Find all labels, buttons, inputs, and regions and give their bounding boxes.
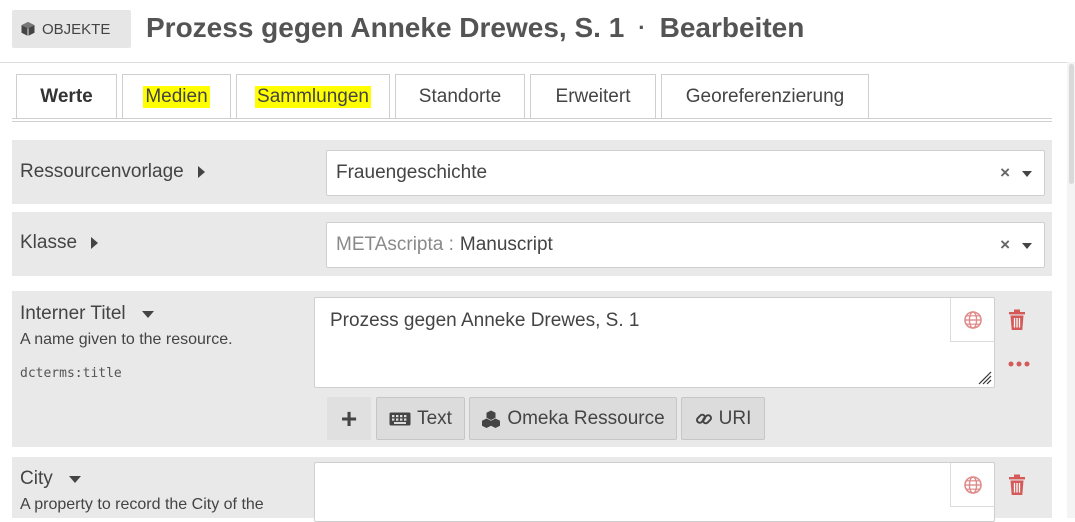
section-badge[interactable]: OBJEKTE xyxy=(12,10,131,48)
tab-medien[interactable]: Medien xyxy=(122,74,231,119)
tab-label: Erweitert xyxy=(555,86,631,107)
header-divider xyxy=(0,62,1075,63)
city-label[interactable]: City xyxy=(20,468,81,490)
more-options-icon[interactable] xyxy=(1008,360,1030,368)
tabs-divider xyxy=(12,118,1052,122)
field-term: dcterms:title xyxy=(20,366,122,381)
clear-icon[interactable]: × xyxy=(1000,235,1010,255)
tab-label: Georeferenzierung xyxy=(685,86,845,107)
city-textarea[interactable] xyxy=(314,462,995,522)
selected-value: Frauengeschichte xyxy=(336,162,488,183)
button-label: URI xyxy=(718,407,752,429)
button-label: Text xyxy=(417,407,452,429)
page-title: Prozess gegen Anneke Drewes, S. 1 · Bearbe… xyxy=(146,12,804,44)
keyboard-icon xyxy=(389,412,411,425)
textarea-value: Prozess gegen Anneke Drewes, S. 1 xyxy=(330,310,640,331)
add-text-button[interactable]: Text xyxy=(376,397,465,440)
title-textarea[interactable]: Prozess gegen Anneke Drewes, S. 1 xyxy=(314,297,995,388)
globe-icon xyxy=(963,310,982,329)
tab-sammlungen[interactable]: Sammlungen xyxy=(236,74,390,119)
page-action: Bearbeiten xyxy=(659,12,805,43)
tab-georeferenzierung[interactable]: Georeferenzierung xyxy=(661,74,869,119)
field-label-text: Interner Titel xyxy=(20,303,126,324)
link-icon xyxy=(695,413,712,424)
add-uri-button[interactable]: URI xyxy=(681,397,765,440)
section-label: OBJEKTE xyxy=(42,20,111,38)
field-label-text: Ressourcenvorlage xyxy=(20,161,184,182)
resize-handle-icon[interactable] xyxy=(976,369,992,385)
button-label: Omeka Ressource xyxy=(507,407,665,429)
language-button[interactable] xyxy=(950,463,994,507)
item-title: Prozess gegen Anneke Drewes, S. 1 xyxy=(146,12,625,43)
cube-icon xyxy=(21,22,35,36)
chevron-down-icon[interactable] xyxy=(1022,171,1032,177)
chevron-down-icon[interactable] xyxy=(1022,243,1032,249)
field-label-text: Klasse xyxy=(20,232,78,253)
class-select[interactable]: METAscripta : Manuscript × xyxy=(326,222,1045,268)
field-label-text: City xyxy=(20,468,53,489)
tab-label: Medien xyxy=(143,86,210,108)
caret-right-icon xyxy=(197,166,205,178)
clear-icon[interactable]: × xyxy=(1000,163,1010,183)
caret-down-icon xyxy=(68,475,81,483)
language-button[interactable] xyxy=(950,298,994,342)
trash-icon[interactable] xyxy=(1007,474,1027,496)
vocabulary-prefix: METAscripta : xyxy=(336,234,454,255)
cubes-icon xyxy=(482,410,501,428)
caret-down-icon xyxy=(141,310,154,318)
scrollbar-thumb[interactable] xyxy=(1069,64,1074,184)
tab-label: Sammlungen xyxy=(255,86,371,108)
page-header: OBJEKTE Prozess gegen Anneke Drewes, S. … xyxy=(0,0,1075,62)
title-separator: · xyxy=(638,15,646,40)
resource-template-select[interactable]: Frauengeschichte × xyxy=(326,150,1045,196)
caret-right-icon xyxy=(91,237,99,249)
tab-label: Standorte xyxy=(418,86,502,107)
tab-erweitert[interactable]: Erweitert xyxy=(530,74,656,119)
section-tabs: Werte Medien Sammlungen Standorte Erweit… xyxy=(16,74,874,119)
globe-icon xyxy=(963,475,982,494)
tab-label: Werte xyxy=(40,86,93,107)
add-omeka-resource-button[interactable]: Omeka Ressource xyxy=(469,397,677,440)
tab-standorte[interactable]: Standorte xyxy=(395,74,525,119)
selected-value: Manuscript xyxy=(459,234,553,255)
resource-template-row: Ressourcenvorlage Frauengeschichte × xyxy=(12,140,1052,204)
title-label[interactable]: Interner Titel xyxy=(20,303,154,325)
class-label[interactable]: Klasse xyxy=(20,232,99,254)
add-value-button[interactable]: + xyxy=(327,397,371,440)
resource-template-label[interactable]: Ressourcenvorlage xyxy=(20,161,205,183)
trash-icon[interactable] xyxy=(1007,309,1027,331)
field-description: A name given to the resource. xyxy=(20,331,233,348)
class-row: Klasse METAscripta : Manuscript × xyxy=(12,212,1052,276)
tab-werte[interactable]: Werte xyxy=(16,74,117,119)
field-description: A property to record the City of the xyxy=(20,496,264,513)
